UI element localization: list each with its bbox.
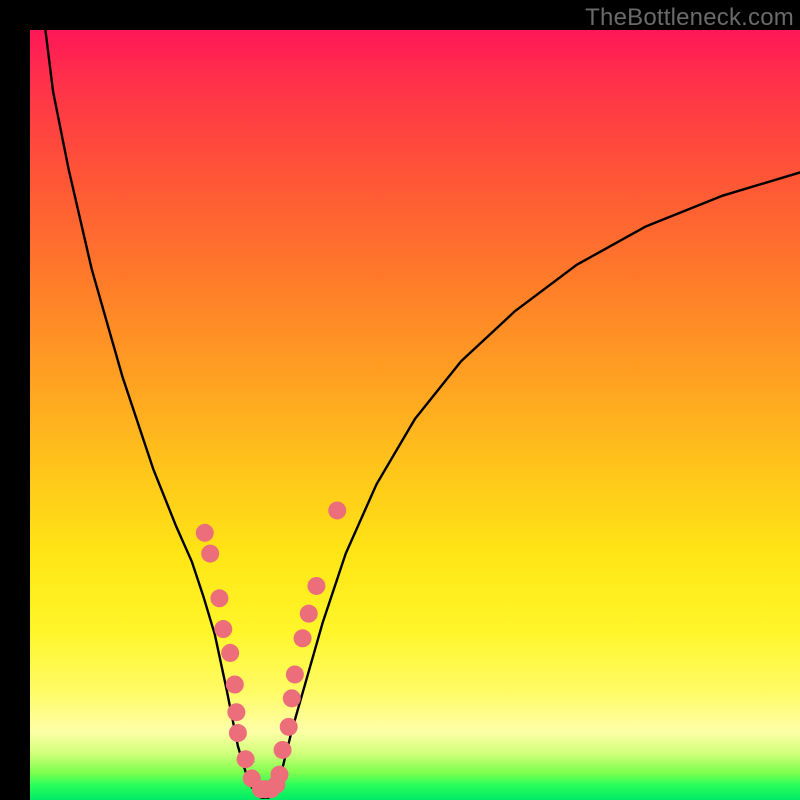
- curve-line: [45, 30, 800, 798]
- data-marker: [283, 689, 301, 707]
- data-marker: [196, 524, 214, 542]
- data-marker: [307, 577, 325, 595]
- data-marker: [227, 703, 245, 721]
- data-marker: [280, 718, 298, 736]
- data-marker: [229, 724, 247, 742]
- chart-container: TheBottleneck.com: [0, 0, 800, 800]
- watermark-label: TheBottleneck.com: [585, 4, 794, 32]
- data-marker: [274, 741, 292, 759]
- chart-plot-area: [30, 30, 800, 800]
- data-marker: [237, 750, 255, 768]
- data-marker: [221, 644, 239, 662]
- data-marker: [214, 620, 232, 638]
- data-marker: [286, 665, 304, 683]
- data-marker: [226, 676, 244, 694]
- data-marker: [328, 501, 346, 519]
- data-marker: [294, 629, 312, 647]
- data-marker: [300, 605, 318, 623]
- chart-svg: [30, 30, 800, 800]
- data-marker: [270, 766, 288, 784]
- data-marker: [201, 545, 219, 563]
- data-marker: [210, 589, 228, 607]
